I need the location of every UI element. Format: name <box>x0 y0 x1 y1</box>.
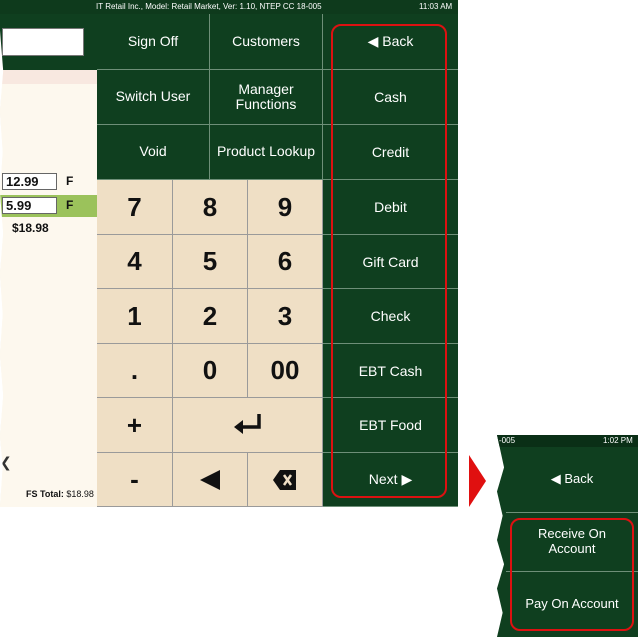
next-page-panel: -005 1:02 PM ◀ Back Receive On Account P… <box>497 435 638 637</box>
item-flag-1: F <box>66 174 74 188</box>
left-arrow-icon <box>200 469 220 490</box>
key-7[interactable]: 7 <box>97 180 173 235</box>
ebt-food-button[interactable]: EBT Food <box>323 398 458 453</box>
panel-title-bar: -005 1:02 PM <box>497 435 638 447</box>
panel-clock: 1:02 PM <box>603 436 633 445</box>
key-minus[interactable]: - <box>97 453 173 507</box>
product-lookup-button[interactable]: Product Lookup <box>210 125 323 180</box>
credit-button[interactable]: Credit <box>323 125 458 180</box>
key-0[interactable]: 0 <box>173 344 248 398</box>
fs-total-value: $18.98 <box>66 489 94 499</box>
key-00[interactable]: 00 <box>248 344 323 398</box>
key-plus[interactable]: + <box>97 398 173 453</box>
fs-total-label: FS Total: <box>26 489 64 499</box>
void-button[interactable]: Void <box>97 125 210 180</box>
key-2[interactable]: 2 <box>173 289 248 344</box>
item-flag-2: F <box>66 198 74 212</box>
key-4[interactable]: 4 <box>97 235 173 289</box>
item-price-2[interactable]: 5.99 <box>2 197 57 214</box>
key-6[interactable]: 6 <box>248 235 323 289</box>
ticket-pane: 12.99 F 5.99 F $18.98 ❮ FS Total: $18.98 <box>0 14 97 507</box>
panel-title-fragment: -005 <box>499 436 516 445</box>
search-strip <box>0 14 97 70</box>
key-3[interactable]: 3 <box>248 289 323 344</box>
right-arrow-icon <box>469 455 486 507</box>
receive-on-account-button[interactable]: Receive On Account <box>506 513 638 572</box>
switch-user-button[interactable]: Switch User <box>97 70 210 125</box>
fs-total: FS Total: $18.98 <box>26 489 94 499</box>
gift-card-button[interactable]: Gift Card <box>323 235 458 289</box>
ebt-cash-button[interactable]: EBT Cash <box>323 344 458 398</box>
backspace-icon <box>273 469 296 490</box>
ticket-header-band <box>0 70 97 84</box>
key-1[interactable]: 1 <box>97 289 173 344</box>
pay-on-account-button[interactable]: Pay On Account <box>506 572 638 637</box>
item-price-1[interactable]: 12.99 <box>2 173 57 190</box>
customers-button[interactable]: Customers <box>210 14 323 70</box>
enter-icon <box>233 414 261 434</box>
manager-functions-button[interactable]: Manager Functions <box>210 70 323 125</box>
cursor-left-key[interactable] <box>173 453 248 507</box>
next-button[interactable]: Next ▶ <box>323 453 458 507</box>
edge-glyph: ❮ <box>0 454 12 470</box>
cash-button[interactable]: Cash <box>323 70 458 125</box>
pos-window: IT Retail Inc., Model: Retail Market, Ve… <box>0 0 458 507</box>
subtotal: $18.98 <box>12 221 49 235</box>
debit-button[interactable]: Debit <box>323 180 458 235</box>
key-9[interactable]: 9 <box>248 180 323 235</box>
enter-key[interactable] <box>173 398 323 453</box>
window-title: IT Retail Inc., Model: Retail Market, Ve… <box>96 2 322 11</box>
key-8[interactable]: 8 <box>173 180 248 235</box>
back-button[interactable]: ◀ Back <box>323 14 458 70</box>
key-decimal[interactable]: . <box>97 344 173 398</box>
title-bar: IT Retail Inc., Model: Retail Market, Ve… <box>0 0 458 14</box>
scan-input[interactable] <box>2 28 84 56</box>
backspace-key[interactable] <box>248 453 323 507</box>
key-5[interactable]: 5 <box>173 235 248 289</box>
check-button[interactable]: Check <box>323 289 458 344</box>
sign-off-button[interactable]: Sign Off <box>97 14 210 70</box>
panel-back-button[interactable]: ◀ Back <box>506 447 638 513</box>
clock: 11:03 AM <box>419 2 453 11</box>
